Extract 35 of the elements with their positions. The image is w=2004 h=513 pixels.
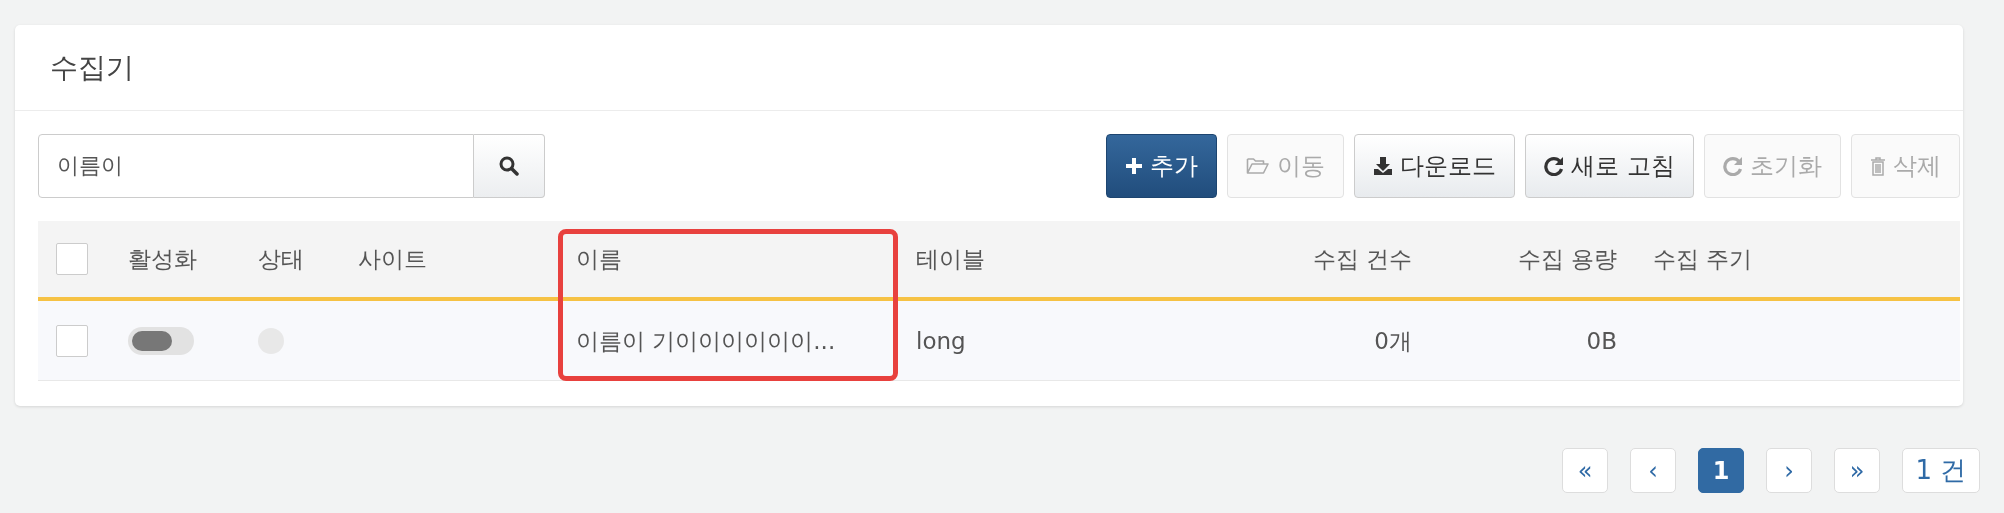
- table-cell-text: 0개: [1374, 326, 1412, 356]
- panel-title: 수집기: [50, 49, 134, 86]
- add-button[interactable]: 추가: [1106, 134, 1218, 198]
- refresh-button[interactable]: 새로 고침: [1525, 134, 1694, 198]
- search-field[interactable]: 이름이: [38, 134, 474, 198]
- table-cell-text: 이름이 기이이이이이이...: [576, 326, 836, 356]
- column-header: 이름: [576, 244, 622, 274]
- column-header: 상태: [258, 244, 304, 274]
- table-cell: long: [916, 328, 966, 354]
- table-cell: 0B: [1586, 328, 1617, 354]
- page-button[interactable]: «: [1562, 448, 1608, 493]
- page-button[interactable]: 1: [1698, 448, 1744, 493]
- column-header: 활성화: [128, 244, 197, 274]
- search-button[interactable]: [474, 134, 545, 198]
- plus-icon: [1125, 157, 1144, 175]
- column-header: 사이트: [358, 244, 427, 274]
- column-header: 수집 건수: [1312, 244, 1412, 274]
- total-count: 1 건: [1902, 448, 1980, 493]
- page-button[interactable]: ›: [1766, 448, 1812, 493]
- download-button[interactable]: 다운로드: [1354, 134, 1516, 198]
- trash-icon: [1870, 156, 1886, 176]
- download-icon: [1373, 156, 1394, 176]
- search-icon: [499, 156, 519, 176]
- refresh-icon: [1544, 156, 1565, 176]
- table-row[interactable]: [38, 301, 1960, 381]
- toggle-switch[interactable]: [128, 327, 194, 355]
- column-header: 수집 주기: [1653, 244, 1753, 274]
- column-header: 수집 용량: [1517, 244, 1617, 274]
- page-button[interactable]: »: [1834, 448, 1880, 493]
- page-button[interactable]: ‹: [1630, 448, 1676, 493]
- folder-icon: [1246, 157, 1271, 175]
- column-header: 테이블: [916, 244, 985, 274]
- checkbox[interactable]: [56, 325, 88, 357]
- refresh-icon: [1723, 156, 1743, 176]
- checkbox[interactable]: [56, 243, 88, 275]
